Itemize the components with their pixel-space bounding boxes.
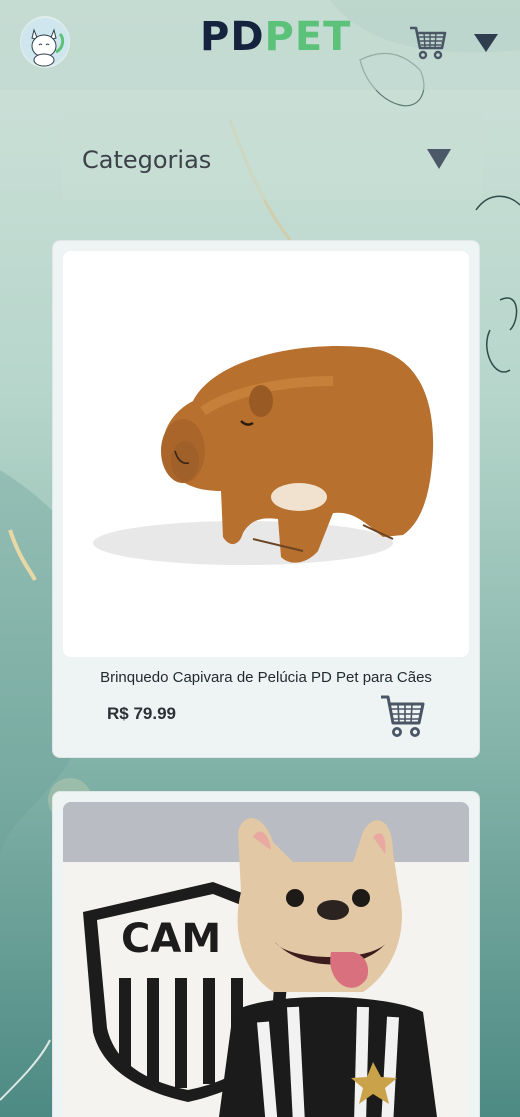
brand-logo[interactable]: PDPET bbox=[200, 14, 351, 60]
top-navbar: PDPET bbox=[0, 0, 520, 90]
brand-pd: PD bbox=[200, 14, 265, 60]
product-price: R$ 79.99 bbox=[107, 704, 176, 723]
categories-label: Categorias bbox=[82, 146, 212, 174]
shopping-cart-icon[interactable] bbox=[408, 22, 448, 62]
product-card[interactable]: Brinquedo Capivara de Pelúcia PD Pet par… bbox=[52, 240, 480, 758]
crest-text: CAM bbox=[121, 916, 221, 962]
categories-dropdown[interactable]: Categorias bbox=[62, 112, 482, 200]
french-bulldog-jersey-image[interactable]: CAM bbox=[63, 802, 469, 1117]
caret-down-icon bbox=[426, 148, 452, 170]
cat-avatar-icon[interactable] bbox=[20, 16, 70, 68]
brand-pet: PET bbox=[264, 14, 352, 60]
product-card[interactable]: CAM bbox=[52, 791, 480, 1117]
product-title[interactable]: Brinquedo Capivara de Pelúcia PD Pet par… bbox=[53, 669, 479, 686]
capybara-plush-image[interactable] bbox=[63, 251, 469, 657]
menu-caret-down-icon[interactable] bbox=[472, 32, 500, 54]
add-to-cart-icon[interactable] bbox=[379, 691, 427, 739]
